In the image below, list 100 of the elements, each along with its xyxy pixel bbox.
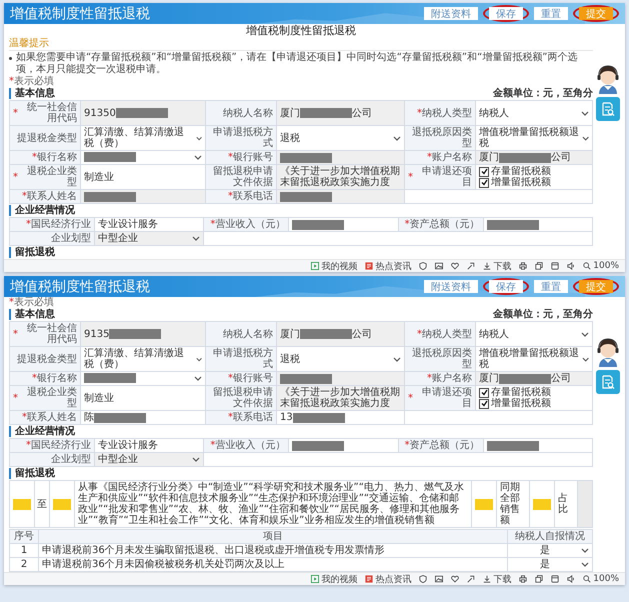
checkbox-label[interactable]: 存量留抵税额	[491, 166, 551, 177]
share-button[interactable]	[467, 262, 476, 270]
table-cell: 占比	[555, 481, 577, 527]
input-field[interactable]	[484, 218, 592, 231]
toolbar-button[interactable]: 附送资料	[424, 280, 478, 293]
input-field[interactable]	[289, 218, 398, 231]
input-field[interactable]: 制造业	[81, 165, 205, 189]
copy-button[interactable]	[535, 262, 544, 270]
select-field[interactable]: 退税	[277, 347, 404, 371]
checkbox[interactable]	[479, 166, 489, 176]
chevron-down-icon	[194, 376, 202, 381]
shield-button[interactable]	[419, 575, 428, 583]
speaker-button[interactable]	[567, 575, 576, 583]
share-button[interactable]	[467, 575, 476, 583]
toolbar-button[interactable]: 保存	[489, 7, 523, 20]
window-button[interactable]	[551, 575, 560, 583]
shield-button[interactable]	[419, 262, 428, 270]
zoom-button[interactable]: 100%	[583, 261, 619, 271]
input-field[interactable]: 制造业	[81, 386, 205, 410]
select-field[interactable]: 增值税增量留抵税额退税	[476, 126, 592, 150]
field-label: *纳税人类型	[405, 322, 475, 346]
checkbox-label[interactable]: 增量留抵税额	[491, 398, 551, 409]
image-button[interactable]	[435, 262, 444, 270]
field-label: *营业收入（元）	[204, 218, 288, 231]
chevron-down-icon	[192, 457, 200, 462]
zoom-button[interactable]: 100%	[583, 574, 619, 584]
speaker-button[interactable]	[567, 262, 576, 270]
video-button[interactable]: 我的视频	[311, 572, 358, 586]
news-button[interactable]: 热点资讯	[365, 260, 412, 272]
field-label: *国民经济行业	[10, 218, 94, 231]
play-icon	[311, 575, 320, 583]
toolbar-button[interactable]: 附送资料	[424, 7, 478, 20]
column-header: 序号	[10, 530, 38, 543]
printer-button[interactable]	[519, 262, 528, 270]
select-field[interactable]: 纳税人	[476, 322, 592, 346]
input-field[interactable]: 陈	[81, 411, 205, 424]
required-note: *表示必填	[9, 297, 54, 308]
toolbar-button[interactable]: 重置	[534, 7, 568, 20]
checkbox[interactable]	[479, 398, 489, 408]
select-field[interactable]	[81, 151, 205, 164]
zoom-icon	[583, 575, 592, 583]
input-field[interactable]: 专业设计服务	[95, 218, 204, 231]
shield-icon	[419, 575, 428, 583]
checkbox-label[interactable]: 存量留抵税额	[491, 387, 551, 398]
news-button[interactable]: 热点资讯	[365, 572, 412, 586]
select-field[interactable]	[81, 372, 205, 385]
select-field[interactable]: 汇算清缴、结算清缴退税（费）	[81, 126, 205, 150]
avatar-drawing	[595, 64, 621, 94]
toolbar-button[interactable]: 重置	[534, 280, 568, 293]
amount-unit: 金额单位：元，至角分	[493, 88, 593, 99]
download-button[interactable]: 下载	[483, 572, 512, 586]
download-icon	[483, 262, 492, 270]
shield-icon	[419, 262, 428, 270]
field-label: *银行账号	[206, 151, 276, 164]
toolbar-button[interactable]: 保存	[489, 280, 523, 293]
select-field[interactable]: 是	[508, 544, 592, 557]
tip-text: 如果您需要申请“存量留抵税额”和“增量留抵税额”，请在【申请退还项目】中同时勾选“存量留抵税额”和“增量留抵税额”两个选项，本月只能提交一次退税申请。	[16, 52, 578, 76]
speaker-icon	[567, 262, 576, 270]
checkbox-label[interactable]: 增量留抵税额	[491, 177, 551, 188]
document-search-button[interactable]	[596, 97, 620, 121]
checkbox[interactable]	[479, 178, 489, 188]
copy-button[interactable]	[535, 575, 544, 583]
video-button[interactable]: 我的视频	[311, 260, 358, 272]
document-search-button[interactable]	[596, 370, 620, 394]
select-field[interactable]: 纳税人	[476, 101, 592, 125]
window-icon	[551, 262, 560, 270]
column-header: 项目	[39, 530, 507, 543]
heart-button[interactable]	[451, 262, 460, 270]
field-label: 提退税金类型	[10, 347, 80, 371]
table-cell: 2	[10, 558, 38, 571]
select-field[interactable]: 是	[508, 558, 592, 571]
field-label: 申请退抵税方式	[206, 347, 276, 371]
select-field[interactable]: 退税	[277, 126, 404, 150]
input-field[interactable]	[484, 439, 592, 452]
amount-unit: 金额单位：元，至角分	[493, 309, 593, 320]
image-icon	[435, 575, 444, 583]
input-field[interactable]	[289, 439, 398, 452]
highlight-mark	[475, 498, 493, 510]
field-label: *银行名称	[10, 372, 80, 385]
field-label: 纳税人名称	[206, 101, 276, 125]
heart-button[interactable]	[451, 575, 460, 583]
select-field[interactable]: 增值税增量留抵税额退税	[476, 347, 592, 371]
input-field[interactable]: 专业设计服务	[95, 439, 204, 452]
required-note: *表示必填	[9, 76, 54, 87]
download-button[interactable]: 下载	[483, 260, 512, 272]
chevron-down-icon	[393, 356, 401, 362]
checkbox[interactable]	[479, 388, 489, 398]
highlight-mark	[13, 498, 31, 510]
input-field[interactable]: 13	[277, 411, 404, 424]
image-button[interactable]	[435, 575, 444, 583]
select-field[interactable]: 汇算清缴、结算清缴退税（费）	[81, 347, 205, 371]
app-title: 增值税制度性留抵退税	[10, 278, 151, 296]
document-search-icon	[601, 374, 615, 390]
empty-cell	[578, 481, 592, 527]
printer-button[interactable]	[519, 575, 528, 583]
column-header: 纳税人自报情况	[508, 530, 592, 543]
table-cell: 同期全部销售额	[497, 481, 529, 527]
bullet-icon	[9, 57, 12, 60]
table-cell: 至	[35, 481, 49, 527]
window-button[interactable]	[551, 262, 560, 270]
